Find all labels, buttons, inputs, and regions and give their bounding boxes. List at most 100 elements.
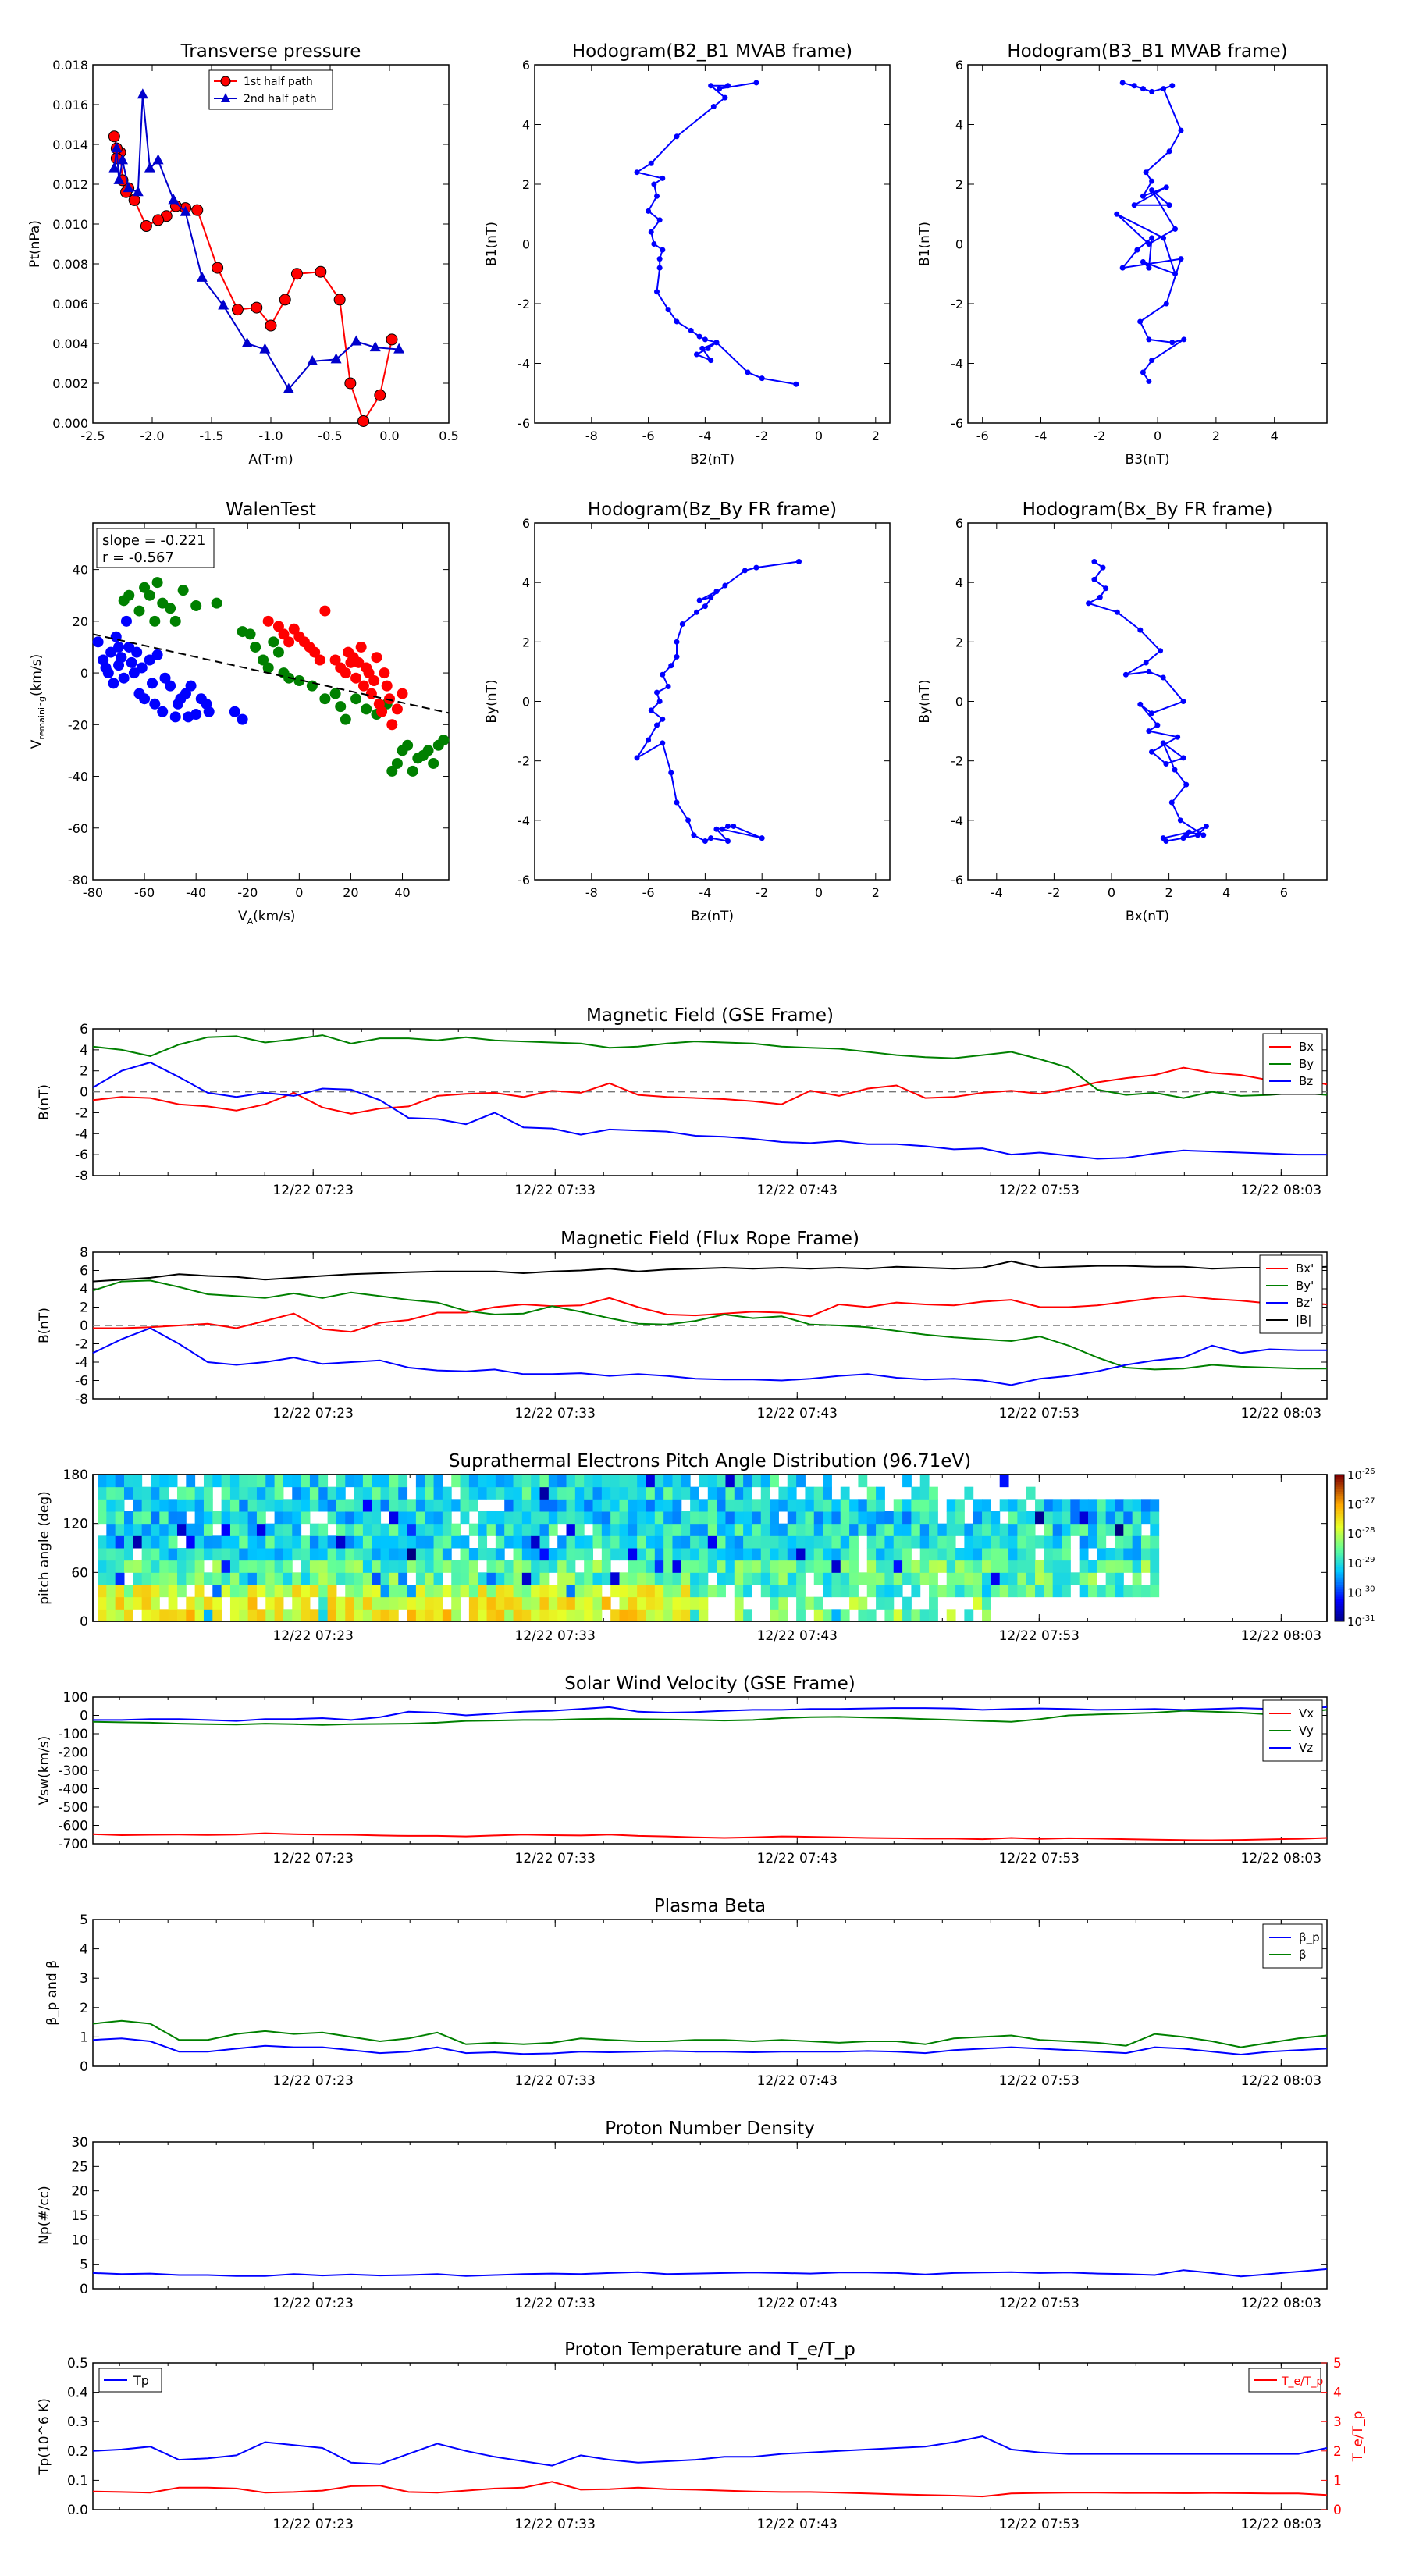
heatmap-cell — [531, 1511, 541, 1525]
heatmap-cell — [734, 1511, 744, 1525]
heatmap-cell — [389, 1609, 399, 1622]
heatmap-cell — [707, 1585, 717, 1598]
data-point — [654, 689, 660, 696]
colorbar-cell — [1335, 1616, 1344, 1620]
colorbar-label: 10-26 — [1347, 1468, 1375, 1482]
heatmap-cell — [539, 1585, 550, 1598]
heatmap-cell — [521, 1596, 532, 1610]
y-tick-label: 3 — [80, 1971, 88, 1987]
heatmap-cell — [309, 1499, 319, 1512]
heatmap-cell — [478, 1596, 488, 1610]
heatmap-cell — [407, 1560, 417, 1573]
heatmap-cell — [221, 1523, 231, 1536]
heatmap-cell — [478, 1511, 488, 1525]
heatmap-cell — [548, 1475, 558, 1488]
heatmap-cell — [725, 1523, 735, 1536]
heatmap-cell — [283, 1499, 293, 1512]
heatmap-cell — [699, 1511, 709, 1525]
heatmap-cell — [858, 1511, 868, 1525]
y-tick-label: -4 — [951, 813, 963, 828]
x-tick-label: -4 — [699, 429, 711, 443]
heatmap-cell — [186, 1596, 196, 1610]
heatmap-cell — [805, 1560, 815, 1573]
heatmap-cell — [194, 1523, 205, 1536]
heatmap-cell — [531, 1548, 541, 1561]
heatmap-cell — [752, 1535, 762, 1549]
heatmap-cell — [1062, 1548, 1071, 1561]
heatmap-cell — [619, 1486, 629, 1500]
heatmap-cell — [212, 1585, 222, 1598]
data-point — [685, 817, 692, 824]
heatmap-cell — [486, 1486, 496, 1500]
data-point — [128, 194, 140, 206]
colorbar-cell — [1335, 1570, 1344, 1573]
heatmap-cell — [425, 1499, 435, 1512]
colorbar-cell — [1335, 1564, 1344, 1568]
data-point — [123, 589, 135, 601]
heatmap-cell — [840, 1585, 850, 1598]
data-point — [131, 646, 143, 658]
x-tick-label: 12/22 07:43 — [757, 1183, 838, 1198]
heatmap-cell — [937, 1535, 948, 1549]
x-tick-label: 12/22 07:33 — [515, 1406, 596, 1421]
heatmap-cell — [619, 1596, 629, 1610]
colorbar-cell — [1335, 1489, 1344, 1493]
heatmap-cell — [1097, 1523, 1107, 1536]
heatmap-cell — [619, 1585, 629, 1598]
heatmap-cell — [468, 1548, 478, 1561]
heatmap-cell — [415, 1475, 425, 1488]
heatmap-cell — [539, 1523, 550, 1536]
heatmap-cell — [1062, 1535, 1071, 1549]
heatmap-cell — [186, 1475, 196, 1488]
heatmap-cell — [354, 1596, 364, 1610]
heatmap-cell — [637, 1560, 646, 1573]
x-tick-label: -2 — [756, 885, 768, 900]
heatmap-cell — [946, 1499, 956, 1512]
heatmap-cell — [557, 1596, 567, 1610]
heatmap-cell — [407, 1585, 417, 1598]
y-tick-label: 0 — [80, 1318, 88, 1334]
heatmap-cell — [717, 1523, 726, 1536]
heatmap-cell — [301, 1499, 311, 1512]
x-tick-label: 12/22 07:53 — [999, 2517, 1080, 2532]
heatmap-cell — [539, 1572, 550, 1585]
heatmap-cell — [946, 1560, 956, 1573]
y-tick-label: -2 — [518, 297, 530, 311]
heatmap-cell — [592, 1486, 603, 1500]
heatmap-cell — [1115, 1523, 1124, 1536]
heatmap-cell — [663, 1585, 673, 1598]
heatmap-cell — [123, 1475, 133, 1488]
heatmap-cell — [221, 1499, 231, 1512]
heatmap-cell — [460, 1486, 470, 1500]
heatmap-cell — [425, 1609, 435, 1622]
heatmap-cell — [1105, 1585, 1115, 1598]
heatmap-cell — [584, 1572, 594, 1585]
heatmap-cell — [256, 1560, 266, 1573]
walen-title: WalenTest — [226, 500, 316, 520]
x-axis-label: B2(nT) — [690, 452, 735, 468]
heatmap-cell — [1026, 1486, 1036, 1500]
heatmap-cell — [1097, 1585, 1107, 1598]
data-point — [407, 765, 418, 777]
y-tick-label: 0.5 — [67, 2356, 88, 2371]
y-tick-label: -4 — [75, 1355, 88, 1371]
heatmap-cell — [318, 1475, 329, 1488]
data-point — [272, 646, 284, 658]
heatmap-cell — [309, 1609, 319, 1622]
heatmap-cell — [239, 1596, 249, 1610]
heatmap-cell — [991, 1560, 1001, 1573]
data-point — [357, 415, 370, 427]
data-point — [665, 683, 671, 689]
data-point — [1122, 671, 1129, 678]
heatmap-cell — [1044, 1499, 1054, 1512]
heatmap-cell — [999, 1548, 1009, 1561]
y-tick-label: 0 — [955, 695, 963, 710]
heatmap-cell — [982, 1523, 991, 1536]
heatmap-cell — [637, 1609, 646, 1622]
series-line — [635, 81, 797, 386]
y-tick-label: -8 — [75, 1169, 88, 1184]
x-tick-label: 12/22 08:03 — [1241, 1183, 1321, 1198]
heatmap-cell — [619, 1548, 629, 1561]
y-tick-label: 0.014 — [52, 137, 88, 152]
heatmap-cell — [574, 1548, 585, 1561]
